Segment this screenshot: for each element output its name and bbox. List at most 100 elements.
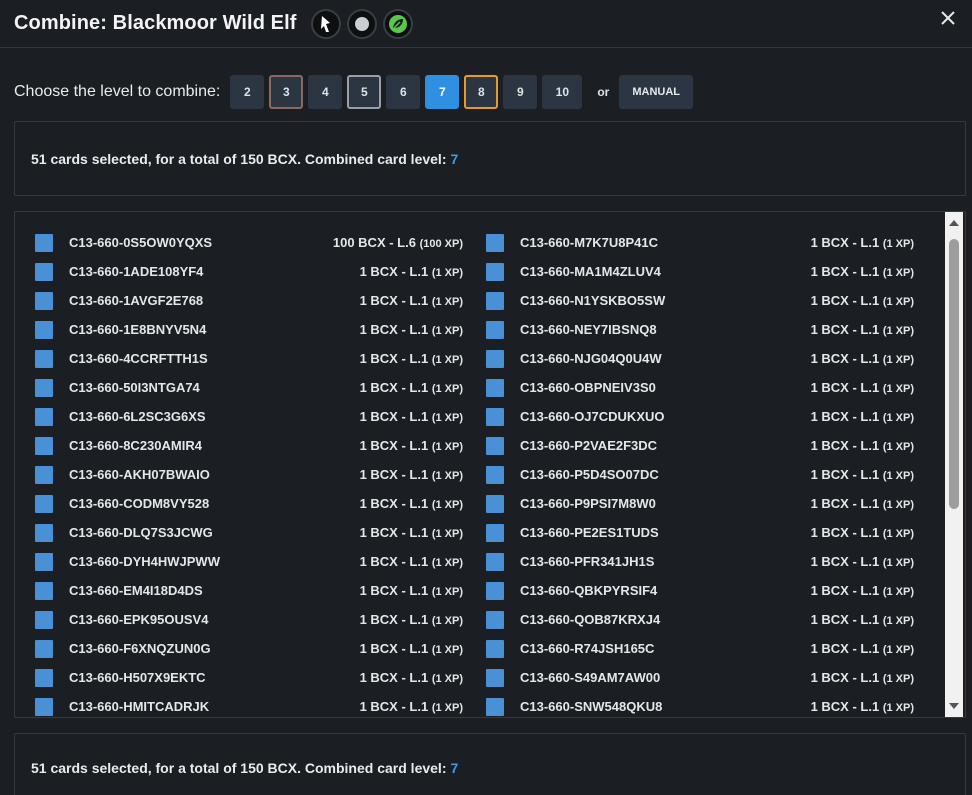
card-checkbox[interactable] <box>35 321 53 339</box>
level-button-8[interactable]: 8 <box>464 75 499 109</box>
card-id: C13-660-S49AM7AW00 <box>520 670 661 685</box>
card-row[interactable]: C13-660-EM4I18D4DS 1 BCX - L.1 (1 XP) <box>35 576 465 605</box>
card-checkbox[interactable] <box>35 553 53 571</box>
level-button-3[interactable]: 3 <box>269 75 304 109</box>
level-button-4[interactable]: 4 <box>308 75 343 109</box>
card-row[interactable]: C13-660-QOB87KRXJ4 1 BCX - L.1 (1 XP) <box>486 605 916 634</box>
card-row[interactable]: C13-660-DYH4HWJPWW 1 BCX - L.1 (1 XP) <box>35 547 465 576</box>
card-row[interactable]: C13-660-0S5OW0YQXS 100 BCX - L.6 (100 XP) <box>35 228 465 257</box>
card-bcx-level: 1 BCX - L.1 <box>359 467 429 482</box>
card-row[interactable]: C13-660-4CCRFTTH1S 1 BCX - L.1 (1 XP) <box>35 344 465 373</box>
card-checkbox[interactable] <box>486 292 504 310</box>
scroll-up-icon[interactable] <box>945 214 963 232</box>
card-row[interactable]: C13-660-1E8BNYV5N4 1 BCX - L.1 (1 XP) <box>35 315 465 344</box>
card-row[interactable]: C13-660-R74JSH165C 1 BCX - L.1 (1 XP) <box>486 634 916 663</box>
card-xp: (1 XP) <box>882 325 914 337</box>
card-xp: (1 XP) <box>882 238 914 250</box>
card-checkbox[interactable] <box>35 350 53 368</box>
scrollbar-thumb[interactable] <box>949 239 959 509</box>
scroll-down-icon[interactable] <box>945 697 963 715</box>
card-checkbox[interactable] <box>35 524 53 542</box>
card-row[interactable]: C13-660-NEY7IBSNQ8 1 BCX - L.1 (1 XP) <box>486 315 916 344</box>
card-row[interactable]: C13-660-50I3NTGA74 1 BCX - L.1 (1 XP) <box>35 373 465 402</box>
card-row[interactable]: C13-660-DLQ7S3JCWG 1 BCX - L.1 (1 XP) <box>35 518 465 547</box>
level-button-6[interactable]: 6 <box>386 75 421 109</box>
card-row[interactable]: C13-660-6L2SC3G6XS 1 BCX - L.1 (1 XP) <box>35 402 465 431</box>
level-button-10[interactable]: 10 <box>542 75 583 109</box>
card-row[interactable]: C13-660-CODM8VY528 1 BCX - L.1 (1 XP) <box>35 489 465 518</box>
card-row[interactable]: C13-660-N1YSKBO5SW 1 BCX - L.1 (1 XP) <box>486 286 916 315</box>
card-checkbox[interactable] <box>35 466 53 484</box>
card-row[interactable]: C13-660-1ADE108YF4 1 BCX - L.1 (1 XP) <box>35 257 465 286</box>
card-checkbox[interactable] <box>486 640 504 658</box>
card-checkbox[interactable] <box>486 379 504 397</box>
card-checkbox[interactable] <box>486 263 504 281</box>
card-checkbox[interactable] <box>35 234 53 252</box>
level-button-2[interactable]: 2 <box>230 75 265 109</box>
card-checkbox[interactable] <box>486 234 504 252</box>
card-row[interactable]: C13-660-AKH07BWAIO 1 BCX - L.1 (1 XP) <box>35 460 465 489</box>
level-button-5[interactable]: 5 <box>347 75 382 109</box>
card-row[interactable]: C13-660-8C230AMIR4 1 BCX - L.1 (1 XP) <box>35 431 465 460</box>
card-checkbox[interactable] <box>486 669 504 687</box>
card-row[interactable]: C13-660-QBKPYRSIF4 1 BCX - L.1 (1 XP) <box>486 576 916 605</box>
summary-text: 51 cards selected, for a total of 150 BC… <box>31 760 447 776</box>
card-bcx-level: 1 BCX - L.1 <box>359 554 429 569</box>
card-checkbox[interactable] <box>35 263 53 281</box>
or-text: or <box>597 85 610 99</box>
manual-button[interactable]: MANUAL <box>619 75 694 109</box>
card-row[interactable]: C13-660-PE2ES1TUDS 1 BCX - L.1 (1 XP) <box>486 518 916 547</box>
card-checkbox[interactable] <box>35 495 53 513</box>
scrollbar[interactable] <box>945 212 963 717</box>
card-checkbox[interactable] <box>486 466 504 484</box>
card-checkbox[interactable] <box>35 408 53 426</box>
card-row[interactable]: C13-660-NJG04Q0U4W 1 BCX - L.1 (1 XP) <box>486 344 916 373</box>
card-checkbox[interactable] <box>486 611 504 629</box>
card-bcx-level: 1 BCX - L.1 <box>810 322 880 337</box>
card-checkbox[interactable] <box>486 321 504 339</box>
card-row[interactable]: C13-660-EPK95OUSV4 1 BCX - L.1 (1 XP) <box>35 605 465 634</box>
card-row[interactable]: C13-660-P9PSI7M8W0 1 BCX - L.1 (1 XP) <box>486 489 916 518</box>
card-row[interactable]: C13-660-P5D4SO07DC 1 BCX - L.1 (1 XP) <box>486 460 916 489</box>
card-value: 1 BCX - L.1 (1 XP) <box>360 467 463 482</box>
card-value: 1 BCX - L.1 (1 XP) <box>811 380 914 395</box>
card-row[interactable]: C13-660-MA1M4ZLUV4 1 BCX - L.1 (1 XP) <box>486 257 916 286</box>
close-icon[interactable] <box>936 6 960 30</box>
card-id: C13-660-OBPNEIV3S0 <box>520 380 656 395</box>
card-id: C13-660-QOB87KRXJ4 <box>520 612 661 627</box>
card-row[interactable]: C13-660-M7K7U8P41C 1 BCX - L.1 (1 XP) <box>486 228 916 257</box>
card-checkbox[interactable] <box>35 698 53 716</box>
card-checkbox[interactable] <box>35 611 53 629</box>
card-checkbox[interactable] <box>486 553 504 571</box>
card-xp: (1 XP) <box>431 470 463 482</box>
card-row[interactable]: C13-660-PFR341JH1S 1 BCX - L.1 (1 XP) <box>486 547 916 576</box>
card-value: 1 BCX - L.1 (1 XP) <box>360 670 463 685</box>
card-row[interactable]: C13-660-F6XNQZUN0G 1 BCX - L.1 (1 XP) <box>35 634 465 663</box>
level-button-7[interactable]: 7 <box>425 75 460 109</box>
card-checkbox[interactable] <box>35 379 53 397</box>
card-checkbox[interactable] <box>35 669 53 687</box>
card-checkbox[interactable] <box>486 350 504 368</box>
card-checkbox[interactable] <box>486 524 504 542</box>
card-checkbox[interactable] <box>486 437 504 455</box>
card-id: C13-660-0S5OW0YQXS <box>69 235 213 250</box>
card-checkbox[interactable] <box>486 698 504 716</box>
card-checkbox[interactable] <box>35 582 53 600</box>
card-checkbox[interactable] <box>486 408 504 426</box>
card-checkbox[interactable] <box>486 582 504 600</box>
card-checkbox[interactable] <box>35 437 53 455</box>
card-row[interactable]: C13-660-P2VAE2F3DC 1 BCX - L.1 (1 XP) <box>486 431 916 460</box>
card-row[interactable]: C13-660-HMITCADRJK 1 BCX - L.1 (1 XP) <box>35 692 465 717</box>
card-row[interactable]: C13-660-SNW548QKU8 1 BCX - L.1 (1 XP) <box>486 692 916 717</box>
level-button-9[interactable]: 9 <box>503 75 538 109</box>
card-checkbox[interactable] <box>486 495 504 513</box>
card-row[interactable]: C13-660-H507X9EKTC 1 BCX - L.1 (1 XP) <box>35 663 465 692</box>
card-row[interactable]: C13-660-1AVGF2E768 1 BCX - L.1 (1 XP) <box>35 286 465 315</box>
card-checkbox[interactable] <box>35 292 53 310</box>
card-row[interactable]: C13-660-OBPNEIV3S0 1 BCX - L.1 (1 XP) <box>486 373 916 402</box>
card-list[interactable]: C13-660-0S5OW0YQXS 100 BCX - L.6 (100 XP)… <box>14 211 966 718</box>
card-xp: (1 XP) <box>431 267 463 279</box>
card-row[interactable]: C13-660-S49AM7AW00 1 BCX - L.1 (1 XP) <box>486 663 916 692</box>
card-checkbox[interactable] <box>35 640 53 658</box>
card-row[interactable]: C13-660-OJ7CDUKXUO 1 BCX - L.1 (1 XP) <box>486 402 916 431</box>
